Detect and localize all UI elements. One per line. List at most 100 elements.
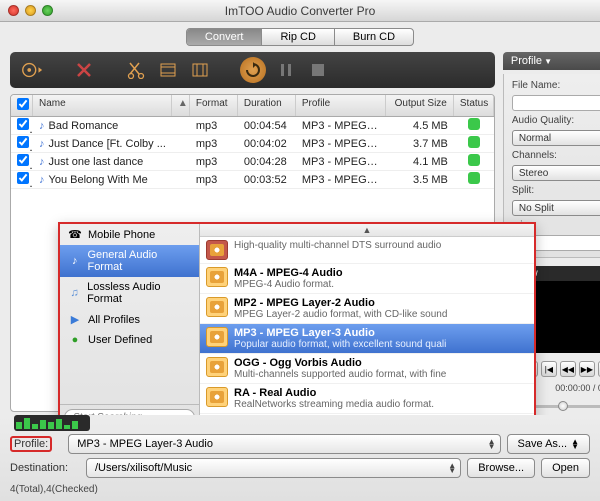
profile-combo[interactable]: MP3 - MPEG Layer-3 Audio ▲▼ <box>68 434 500 454</box>
zoom-window-button[interactable] <box>42 5 53 16</box>
close-window-button[interactable] <box>8 5 19 16</box>
globe-icon: ● <box>68 334 82 346</box>
row-name: ♪Bad Romance <box>33 120 172 132</box>
category-label: Mobile Phone <box>88 229 155 241</box>
profile-format-item[interactable]: RA - Real AudioRealNetworks streaming me… <box>200 384 534 414</box>
format-desc: MPEG-4 Audio format. <box>234 279 528 290</box>
split-select[interactable]: No Split ▲▼ <box>512 200 600 216</box>
format-icon <box>206 240 228 260</box>
category-label: General Audio Format <box>87 249 191 273</box>
window-title: ImTOO Audio Converter Pro <box>0 4 600 18</box>
profile-format-item[interactable]: OGG - Ogg Vorbis AudioMulti-channels sup… <box>200 354 534 384</box>
split-value: No Split <box>519 203 554 214</box>
profile-format-item[interactable]: High-quality multi-channel DTS surround … <box>200 237 534 264</box>
row-name: ♪Just Dance [Ft. Colby ... <box>33 138 172 150</box>
profile-picker-popup: ☎ Mobile Phone ♪ General Audio Format ♫ … <box>58 222 536 432</box>
equalizer-display <box>14 415 90 431</box>
col-check-all[interactable] <box>11 95 33 116</box>
updown-arrows-icon: ▲▼ <box>571 439 579 449</box>
category-label: User Defined <box>88 334 152 346</box>
music-note-icon: ♪ <box>39 174 45 186</box>
col-format[interactable]: Format <box>190 95 238 116</box>
row-duration: 00:04:54 <box>238 120 296 132</box>
row-checkbox[interactable] <box>11 136 33 151</box>
row-status <box>454 154 494 169</box>
open-button[interactable]: Open <box>541 458 590 478</box>
col-duration[interactable]: Duration <box>238 95 296 116</box>
col-sort-indicator[interactable]: ▲ <box>172 95 190 116</box>
row-name: ♪You Belong With Me <box>33 174 172 186</box>
row-profile: MP3 - MPEG La... <box>296 120 386 132</box>
split-label: Split: <box>512 185 600 196</box>
forward-button[interactable]: ▶▶ <box>579 361 595 377</box>
row-checkbox[interactable] <box>11 118 33 133</box>
channels-select[interactable]: Stereo ▲▼ <box>512 165 600 181</box>
row-output-size: 3.5 MB <box>386 174 454 186</box>
category-label: Lossless Audio Format <box>87 281 191 305</box>
frames-button-2[interactable] <box>188 58 212 82</box>
category-mobile-phone[interactable]: ☎ Mobile Phone <box>60 224 199 245</box>
profile-panel-header[interactable]: Profile ▼ <box>503 52 600 70</box>
row-output-size: 4.5 MB <box>386 120 454 132</box>
audio-quality-label: Audio Quality: <box>512 115 600 126</box>
row-duration: 00:04:28 <box>238 156 296 168</box>
prev-button[interactable]: |◀ <box>541 361 557 377</box>
delete-button[interactable] <box>72 58 96 82</box>
row-profile: MP3 - MPEG La... <box>296 174 386 186</box>
stop-button[interactable] <box>306 58 330 82</box>
audio-quality-value: Normal <box>519 133 551 144</box>
format-desc: Multi-channels supported audio format, w… <box>234 369 528 380</box>
save-as-button[interactable]: Save As... ▲▼ <box>507 434 590 454</box>
pause-button[interactable] <box>274 58 298 82</box>
convert-button[interactable] <box>240 57 266 83</box>
category-lossless-audio[interactable]: ♫ Lossless Audio Format <box>60 277 199 309</box>
minimize-window-button[interactable] <box>25 5 36 16</box>
col-name[interactable]: Name <box>33 95 172 116</box>
table-row[interactable]: ♪Just Dance [Ft. Colby ... mp3 00:04:02 … <box>11 135 494 153</box>
col-status[interactable]: Status <box>454 95 494 116</box>
profile-format-item[interactable]: MP2 - MPEG Layer-2 AudioMPEG Layer-2 aud… <box>200 294 534 324</box>
table-row[interactable]: ♪You Belong With Me mp3 00:03:52 MP3 - M… <box>11 171 494 189</box>
row-checkbox[interactable] <box>11 172 33 187</box>
destination-combo[interactable]: /Users/xilisoft/Music ▲▼ <box>86 458 461 478</box>
format-desc: MPEG Layer-2 audio format, with CD-like … <box>234 309 528 320</box>
col-output-size[interactable]: Output Size <box>386 95 454 116</box>
category-general-audio[interactable]: ♪ General Audio Format <box>60 245 199 277</box>
row-format: mp3 <box>190 156 238 168</box>
row-checkbox[interactable] <box>11 154 33 169</box>
col-profile[interactable]: Profile <box>296 95 386 116</box>
audio-quality-select[interactable]: Normal ▲▼ <box>512 130 600 146</box>
rewind-button[interactable]: ◀◀ <box>560 361 576 377</box>
format-icon <box>206 297 228 317</box>
phone-icon: ☎ <box>68 228 82 241</box>
file-name-label: File Name: <box>512 80 600 91</box>
chevron-down-icon: ▼ <box>544 57 552 66</box>
play-icon: ▶ <box>68 313 82 326</box>
profile-format-item[interactable]: M4A - MPEG-4 AudioMPEG-4 Audio format. <box>200 264 534 294</box>
table-row[interactable]: ♪Just one last dance mp3 00:04:28 MP3 - … <box>11 153 494 171</box>
scroll-up-indicator[interactable]: ▲ <box>200 224 534 237</box>
format-title: MP2 - MPEG Layer-2 Audio <box>234 297 528 309</box>
tab-convert[interactable]: Convert <box>187 29 263 45</box>
updown-arrows-icon: ▲▼ <box>448 463 456 473</box>
row-status <box>454 136 494 151</box>
category-user-defined[interactable]: ● User Defined <box>60 330 199 350</box>
category-all-profiles[interactable]: ▶ All Profiles <box>60 309 199 330</box>
browse-button[interactable]: Browse... <box>467 458 535 478</box>
format-icon <box>206 387 228 407</box>
format-desc: High-quality multi-channel DTS surround … <box>234 240 528 251</box>
category-label: All Profiles <box>88 314 140 326</box>
tab-burn-cd[interactable]: Burn CD <box>335 29 413 45</box>
add-files-button[interactable] <box>20 58 44 82</box>
frames-button-1[interactable] <box>156 58 180 82</box>
updown-arrows-icon: ▲▼ <box>488 439 496 449</box>
profile-format-item[interactable]: MP3 - MPEG Layer-3 AudioPopular audio fo… <box>200 324 534 354</box>
format-desc: RealNetworks streaming media audio forma… <box>234 399 528 410</box>
cut-button[interactable] <box>124 58 148 82</box>
row-status <box>454 172 494 187</box>
format-desc: Popular audio format, with excellent sou… <box>234 339 528 350</box>
table-row[interactable]: ♪Bad Romance mp3 00:04:54 MP3 - MPEG La.… <box>11 117 494 135</box>
tab-rip-cd[interactable]: Rip CD <box>262 29 334 45</box>
file-name-input[interactable] <box>512 95 600 111</box>
profile-category-list: ☎ Mobile Phone ♪ General Audio Format ♫ … <box>60 224 200 430</box>
